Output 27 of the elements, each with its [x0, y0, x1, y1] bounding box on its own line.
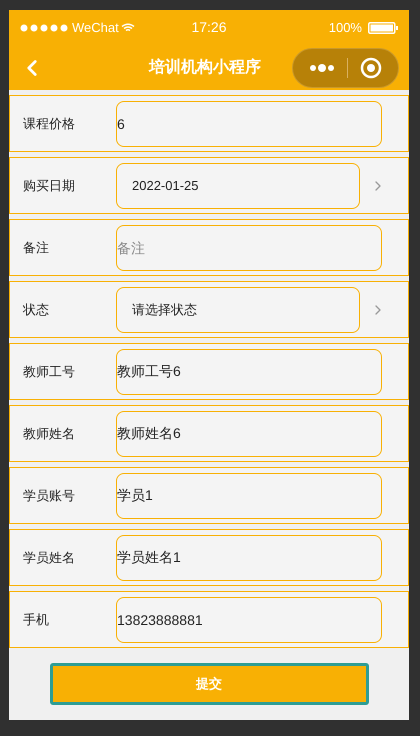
- text-field[interactable]: 教师姓名6: [116, 410, 382, 456]
- text-field[interactable]: 学员姓名1: [116, 534, 382, 580]
- field-label: 购买日期: [22, 176, 76, 195]
- field-label: 学员账号: [22, 486, 76, 505]
- battery-percent: 100%: [328, 18, 362, 37]
- carrier-name: WeChat: [72, 18, 119, 37]
- capsule-menu[interactable]: [292, 48, 399, 88]
- page-title: 培训机构小程序: [149, 57, 261, 78]
- battery-icon: [368, 22, 398, 34]
- field-label: 备注: [22, 238, 50, 257]
- field-label: 教师姓名: [22, 424, 76, 443]
- text-field[interactable]: 备注: [116, 224, 382, 270]
- wifi-icon: [120, 22, 135, 32]
- more-icon: [309, 64, 335, 72]
- field-label: 手机: [22, 610, 50, 629]
- text-field[interactable]: 6: [116, 100, 382, 146]
- status-time: 17:26: [191, 18, 227, 37]
- field-label: 课程价格: [22, 114, 76, 133]
- picker-field[interactable]: 请选择状态: [116, 286, 360, 332]
- picker-field[interactable]: 2022-01-25: [116, 162, 360, 208]
- text-field[interactable]: 13823888881: [116, 596, 382, 642]
- field-label: 状态: [22, 300, 50, 319]
- text-field[interactable]: 学员1: [116, 472, 382, 518]
- field-label: 教师工号: [22, 362, 76, 381]
- text-field[interactable]: 教师工号6: [116, 348, 382, 394]
- field-label: 学员姓名: [22, 548, 76, 567]
- signal-icon: [20, 24, 70, 32]
